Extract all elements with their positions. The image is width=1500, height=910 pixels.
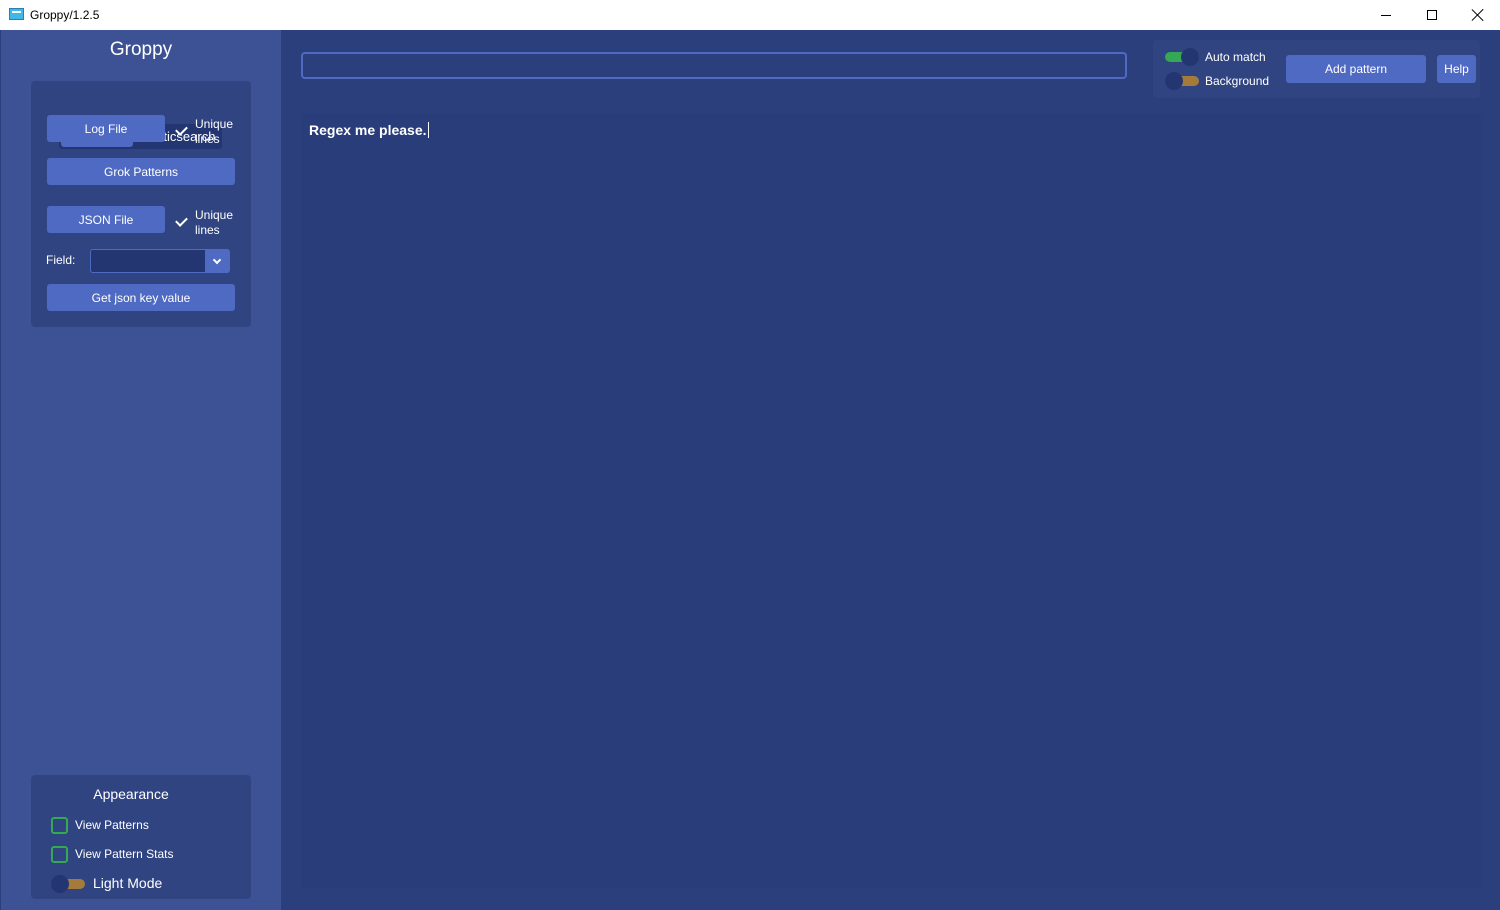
- unique-lines-checkbox-json[interactable]: [174, 215, 188, 229]
- view-pattern-stats-label: View Pattern Stats: [75, 847, 174, 861]
- sidebar: Groppy Local Files Elasticsearch Log Fil…: [1, 30, 281, 910]
- background-label: Background: [1205, 74, 1270, 88]
- close-button[interactable]: [1455, 0, 1500, 30]
- toggle-knob: [51, 875, 69, 893]
- field-dropdown-button[interactable]: [205, 250, 229, 272]
- log-file-button[interactable]: Log File: [47, 115, 165, 142]
- auto-match-toggle[interactable]: [1165, 48, 1199, 66]
- app-name: Groppy: [109, 39, 173, 60]
- unique-lines-checkbox-log[interactable]: [174, 124, 188, 138]
- field-select[interactable]: [90, 249, 230, 273]
- close-icon: [1472, 9, 1484, 21]
- minimize-icon: [1381, 14, 1391, 16]
- editor-text: Regex me please.: [309, 122, 427, 138]
- pattern-input[interactable]: [301, 52, 1127, 79]
- background-toggle[interactable]: [1165, 72, 1199, 90]
- file-source-panel: Local Files Elasticsearch Log File Uniqu…: [31, 81, 251, 327]
- unique-lines-label-json: Unique lines: [195, 208, 234, 237]
- auto-match-label: Auto match: [1205, 50, 1266, 64]
- text-caret: [427, 122, 429, 138]
- window-title: Groppy/1.2.5: [30, 8, 100, 22]
- help-button[interactable]: Help: [1437, 55, 1476, 83]
- json-file-button[interactable]: JSON File: [47, 206, 165, 233]
- text-editor[interactable]: Regex me please.: [301, 113, 1481, 888]
- chevron-down-icon: [212, 255, 222, 264]
- maximize-button[interactable]: [1409, 0, 1455, 30]
- maximize-icon: [1427, 10, 1437, 20]
- title-bar: Groppy/1.2.5: [0, 0, 1500, 30]
- field-label: Field:: [46, 253, 76, 267]
- view-pattern-stats-checkbox[interactable]: [51, 846, 68, 863]
- view-patterns-checkbox[interactable]: [51, 817, 68, 834]
- light-mode-toggle[interactable]: [51, 875, 85, 893]
- appearance-title: Appearance: [93, 786, 169, 802]
- toggle-knob: [1181, 48, 1199, 66]
- unique-lines-label-log: Unique lines: [195, 117, 234, 146]
- get-json-key-value-button[interactable]: Get json key value: [47, 284, 235, 311]
- grok-patterns-button[interactable]: Grok Patterns: [47, 158, 235, 185]
- toggle-knob: [1165, 72, 1183, 90]
- controls-panel: Auto match Background Add pattern Help: [1153, 40, 1480, 98]
- view-patterns-label: View Patterns: [75, 818, 149, 832]
- add-pattern-button[interactable]: Add pattern: [1286, 55, 1426, 83]
- appearance-panel: Appearance View Patterns View Pattern St…: [31, 775, 251, 899]
- light-mode-label: Light Mode: [93, 875, 163, 891]
- minimize-button[interactable]: [1363, 0, 1409, 30]
- app-icon: [9, 8, 24, 20]
